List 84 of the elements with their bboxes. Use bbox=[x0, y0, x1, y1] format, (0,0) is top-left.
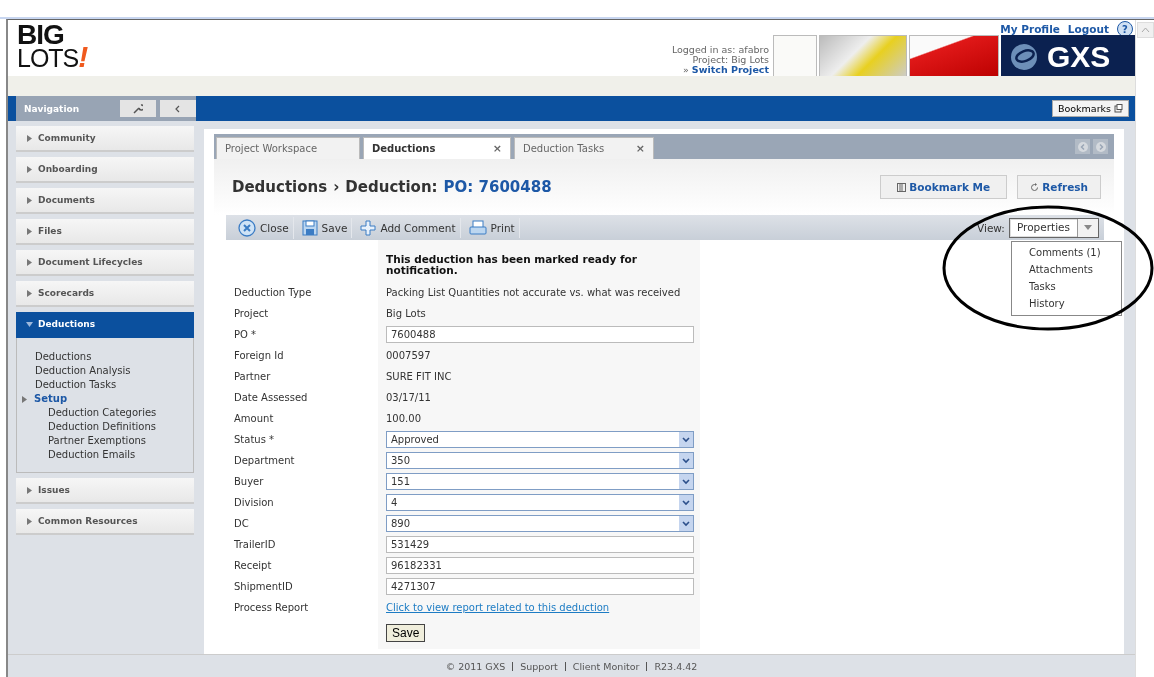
field-label: TrailerID bbox=[234, 539, 276, 550]
footer-link[interactable]: Client Monitor bbox=[572, 660, 640, 672]
footer-link[interactable]: R23.4.42 bbox=[654, 660, 698, 672]
record-title: PO: 7600488 bbox=[443, 178, 552, 196]
field-label: Division bbox=[234, 497, 274, 508]
field-value: SURE FIT INC bbox=[386, 371, 452, 382]
field-label: Status * bbox=[234, 434, 275, 445]
toolbar-button[interactable]: Save bbox=[297, 217, 353, 238]
input-field[interactable]: 531429 bbox=[386, 536, 694, 553]
sidebar-item[interactable]: Partner Exemptions bbox=[35, 434, 193, 448]
field-value: 03/17/11 bbox=[386, 392, 431, 403]
view-label: View: bbox=[977, 221, 1005, 234]
field-label: Partner bbox=[234, 371, 271, 382]
header-link[interactable]: Logout bbox=[1067, 23, 1109, 35]
close-icon[interactable]: × bbox=[492, 142, 502, 155]
sidebar-section[interactable]: Deductions bbox=[16, 312, 194, 338]
sidebar-item[interactable]: Deduction Tasks bbox=[35, 378, 193, 392]
field-value: 100.00 bbox=[386, 413, 421, 424]
select-field[interactable]: 350 bbox=[386, 452, 694, 469]
page-title: Deduction: bbox=[345, 178, 438, 196]
notice-text: This deduction has been marked ready for notification. bbox=[386, 254, 638, 276]
input-field[interactable]: 4271307 bbox=[386, 578, 694, 595]
breadcrumb-link[interactable]: Deductions bbox=[232, 178, 328, 196]
sidebar-section[interactable]: Community bbox=[16, 126, 194, 152]
sidebar-item[interactable]: Deduction Categories bbox=[35, 406, 193, 420]
footer-link[interactable]: © 2011 GXS bbox=[445, 660, 506, 672]
select-field[interactable]: 4 bbox=[386, 494, 694, 511]
sidebar-section[interactable]: Documents bbox=[16, 188, 194, 214]
field-label: Amount bbox=[234, 413, 274, 424]
field-label: Receipt bbox=[234, 560, 272, 571]
field-label: Deduction Type bbox=[234, 287, 312, 298]
input-field[interactable]: 96182331 bbox=[386, 557, 694, 574]
navigation-header: Navigation bbox=[16, 96, 196, 121]
arrow-icon: » bbox=[683, 65, 689, 75]
tab[interactable]: Deduction Tasks × bbox=[514, 137, 654, 159]
menu-item[interactable]: History bbox=[1029, 294, 1122, 312]
input-field[interactable]: 7600488 bbox=[386, 326, 694, 343]
field-label: Department bbox=[234, 455, 295, 466]
view-dropdown[interactable]: Properties bbox=[1008, 217, 1099, 238]
sidebar-section[interactable]: Issues bbox=[16, 478, 194, 504]
tab[interactable]: Project Workspace bbox=[216, 137, 360, 159]
field-label: Foreign Id bbox=[234, 350, 284, 361]
footer-link[interactable]: Support bbox=[520, 660, 558, 672]
sidebar-item[interactable]: Deduction Emails bbox=[35, 448, 193, 462]
field-value: Big Lots bbox=[386, 308, 426, 319]
toolbar-button[interactable]: Add Comment bbox=[356, 217, 461, 238]
field-label: Buyer bbox=[234, 476, 264, 487]
header-link[interactable]: My Profile bbox=[1000, 23, 1060, 35]
bookmarks-button[interactable]: Bookmarks bbox=[1051, 100, 1129, 117]
sidebar-item[interactable]: Deduction Definitions bbox=[35, 420, 193, 434]
field-label: DC bbox=[234, 518, 249, 529]
header-button[interactable]: Bookmark Me bbox=[880, 175, 1008, 199]
sidebar-section[interactable]: Onboarding bbox=[16, 157, 194, 183]
tab[interactable]: Deductions × bbox=[363, 137, 511, 159]
sidebar-item[interactable]: Deductions bbox=[35, 350, 193, 364]
field-label: Project bbox=[234, 308, 269, 319]
sidebar-section[interactable]: Files bbox=[16, 219, 194, 245]
field-value: Packing List Quantities not accurate vs. what was received bbox=[386, 287, 681, 298]
sidebar-group[interactable]: Setup bbox=[22, 392, 193, 406]
select-field[interactable]: 890 bbox=[386, 515, 694, 532]
sidebar-section[interactable]: Scorecards bbox=[16, 281, 194, 307]
menu-item[interactable]: Attachments bbox=[1029, 260, 1122, 278]
sidebar-section[interactable]: Document Lifecycles bbox=[16, 250, 194, 276]
switch-project-link[interactable]: Switch Project bbox=[691, 65, 769, 75]
save-button[interactable]: Save bbox=[386, 623, 426, 642]
header-button[interactable]: Refresh bbox=[1017, 175, 1101, 199]
select-field[interactable]: Approved bbox=[386, 431, 694, 448]
menu-item[interactable]: Comments (1) bbox=[1029, 243, 1122, 261]
separator-icon: › bbox=[333, 178, 340, 196]
field-value: 0007597 bbox=[386, 350, 431, 361]
close-icon[interactable]: × bbox=[635, 142, 645, 155]
menu-item[interactable]: Tasks bbox=[1029, 277, 1122, 295]
sidebar-section[interactable]: Common Resources bbox=[16, 509, 194, 535]
field-label: ShipmentID bbox=[234, 581, 293, 592]
toolbar-button[interactable]: Print bbox=[464, 217, 520, 238]
field-label: PO * bbox=[234, 329, 257, 340]
field-label: Process Report bbox=[234, 602, 309, 613]
sidebar-item[interactable]: Deduction Analysis bbox=[35, 364, 193, 378]
login-info: Project: Big Lots bbox=[692, 55, 769, 65]
login-info: Logged in as: afabro bbox=[671, 45, 769, 55]
toolbar-button[interactable]: Close bbox=[234, 216, 294, 239]
gxs-logo: GXS bbox=[1001, 35, 1135, 79]
select-field[interactable]: 151 bbox=[386, 473, 694, 490]
field-label: Date Assessed bbox=[234, 392, 308, 403]
